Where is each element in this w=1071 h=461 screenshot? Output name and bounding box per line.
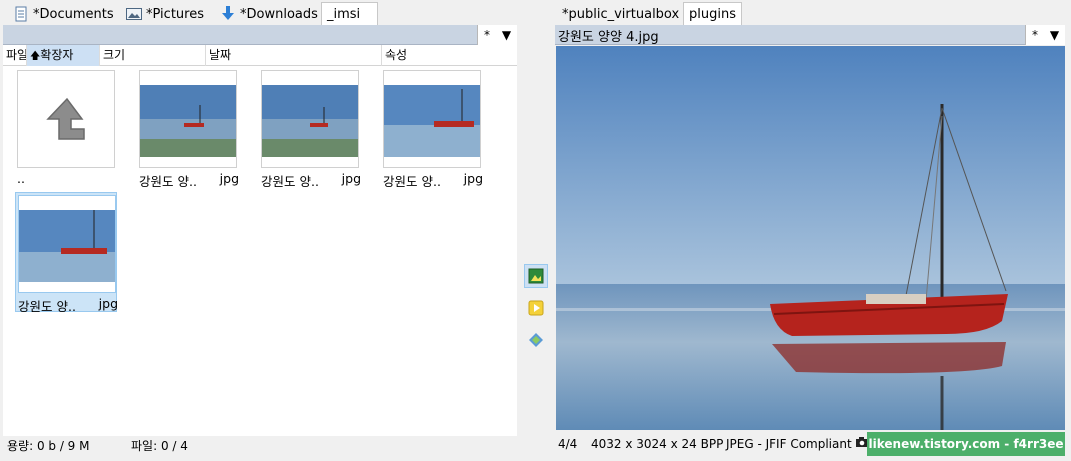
parent-folder-thumb (17, 70, 115, 168)
image-thumb (261, 70, 359, 168)
filter-label: * (483, 28, 490, 42)
tab-plugins[interactable]: plugins (683, 2, 742, 26)
list-item[interactable]: 강원도 양.. jpg (259, 68, 361, 189)
tab-label: plugins (689, 7, 736, 22)
column-date[interactable]: 날짜 (206, 45, 382, 66)
tab-downloads[interactable]: *Downloads (215, 2, 323, 26)
column-size[interactable]: 크기 (100, 45, 206, 66)
tab-documents[interactable]: *Documents (8, 2, 119, 26)
filter-label: * (1031, 28, 1038, 42)
tab-label: *public_virtualbox (562, 6, 680, 22)
item-ext: jpg (463, 171, 483, 186)
right-filter-dropdown[interactable]: * ▼ (1025, 25, 1065, 45)
image-statusbar: 4/4 4032 x 3024 x 24 BPP JPEG - JFIF Com… (555, 432, 1065, 456)
column-extension[interactable]: 🡅확장자 (27, 45, 100, 66)
image-thumb (383, 70, 481, 168)
item-ext: jpg (98, 296, 118, 311)
list-item[interactable]: 강원도 양.. jpg (137, 68, 239, 189)
item-name: 강원도 양.. (383, 174, 441, 189)
item-ext: jpg (219, 171, 239, 186)
item-ext: jpg (341, 171, 361, 186)
chevron-down-icon: ▼ (501, 28, 512, 42)
tab-label: _imsi (327, 7, 361, 22)
tab-label: *Downloads (240, 6, 318, 22)
open-with-icon[interactable] (524, 328, 548, 352)
left-path-bar[interactable]: * ▼ (3, 25, 517, 45)
up-arrow-icon (46, 97, 85, 140)
left-filter-dropdown[interactable]: * ▼ (477, 25, 517, 45)
image-viewer[interactable] (556, 46, 1065, 430)
tab-label: *Documents (33, 6, 114, 22)
right-path-bar[interactable]: 강원도 양양 4.jpg * ▼ (555, 25, 1065, 45)
right-tab-bar: *public_virtualbox plugins (555, 0, 1068, 26)
chevron-down-icon: ▼ (1049, 28, 1060, 42)
document-icon (13, 6, 29, 22)
list-item-parent[interactable]: .. (15, 68, 117, 188)
sort-up-icon: 🡅 (30, 51, 41, 62)
status-index: 4/4 (558, 437, 578, 451)
watermark-badge: likenew.tistory.com - f4rr3ee (867, 432, 1065, 456)
boat-photo (556, 46, 1065, 430)
status-capacity: 용량: 0 b / 9 M (7, 439, 90, 453)
list-item[interactable]: 강원도 양.. jpg (381, 68, 483, 189)
column-attributes[interactable]: 속성 (382, 45, 517, 66)
download-arrow-icon (220, 6, 236, 22)
play-icon[interactable] (524, 296, 548, 320)
tab-public-virtualbox[interactable]: *public_virtualbox (557, 2, 684, 26)
tab-imsi[interactable]: _imsi (321, 2, 378, 26)
column-filename[interactable]: 파일 (3, 45, 27, 66)
item-name: 강원도 양.. (261, 174, 319, 189)
status-dimensions: 4032 x 3024 x 24 BPP (591, 437, 724, 451)
left-tab-bar: *Documents *Pictures *Downloads _imsi (3, 0, 517, 26)
item-name: 강원도 양.. (139, 174, 197, 189)
list-item-selected[interactable]: 강원도 양.. jpg (15, 192, 118, 314)
tab-pictures[interactable]: *Pictures (121, 2, 209, 26)
column-header: 파일 🡅확장자 크기 날짜 속성 (3, 45, 517, 66)
pictures-icon (126, 6, 142, 22)
status-file-count: 파일: 0 / 4 (131, 439, 188, 453)
image-thumb (139, 70, 237, 168)
item-name: 강원도 양.. (18, 299, 76, 314)
image-thumb (18, 195, 116, 293)
image-path: 강원도 양양 4.jpg (558, 30, 659, 45)
status-format: JPEG - JFIF Compliant (726, 437, 852, 451)
right-panel: *public_virtualbox plugins 강원도 양양 4.jpg … (555, 0, 1068, 461)
file-grid: .. 강원도 양.. jpg 강원도 양.. jpg 강원도 양.. jpg 강원도 … (3, 66, 517, 436)
tab-label: *Pictures (146, 6, 204, 22)
left-panel: *Documents *Pictures *Downloads _imsi * … (3, 0, 517, 461)
item-name: .. (17, 171, 25, 186)
image-view-icon[interactable] (524, 264, 548, 288)
